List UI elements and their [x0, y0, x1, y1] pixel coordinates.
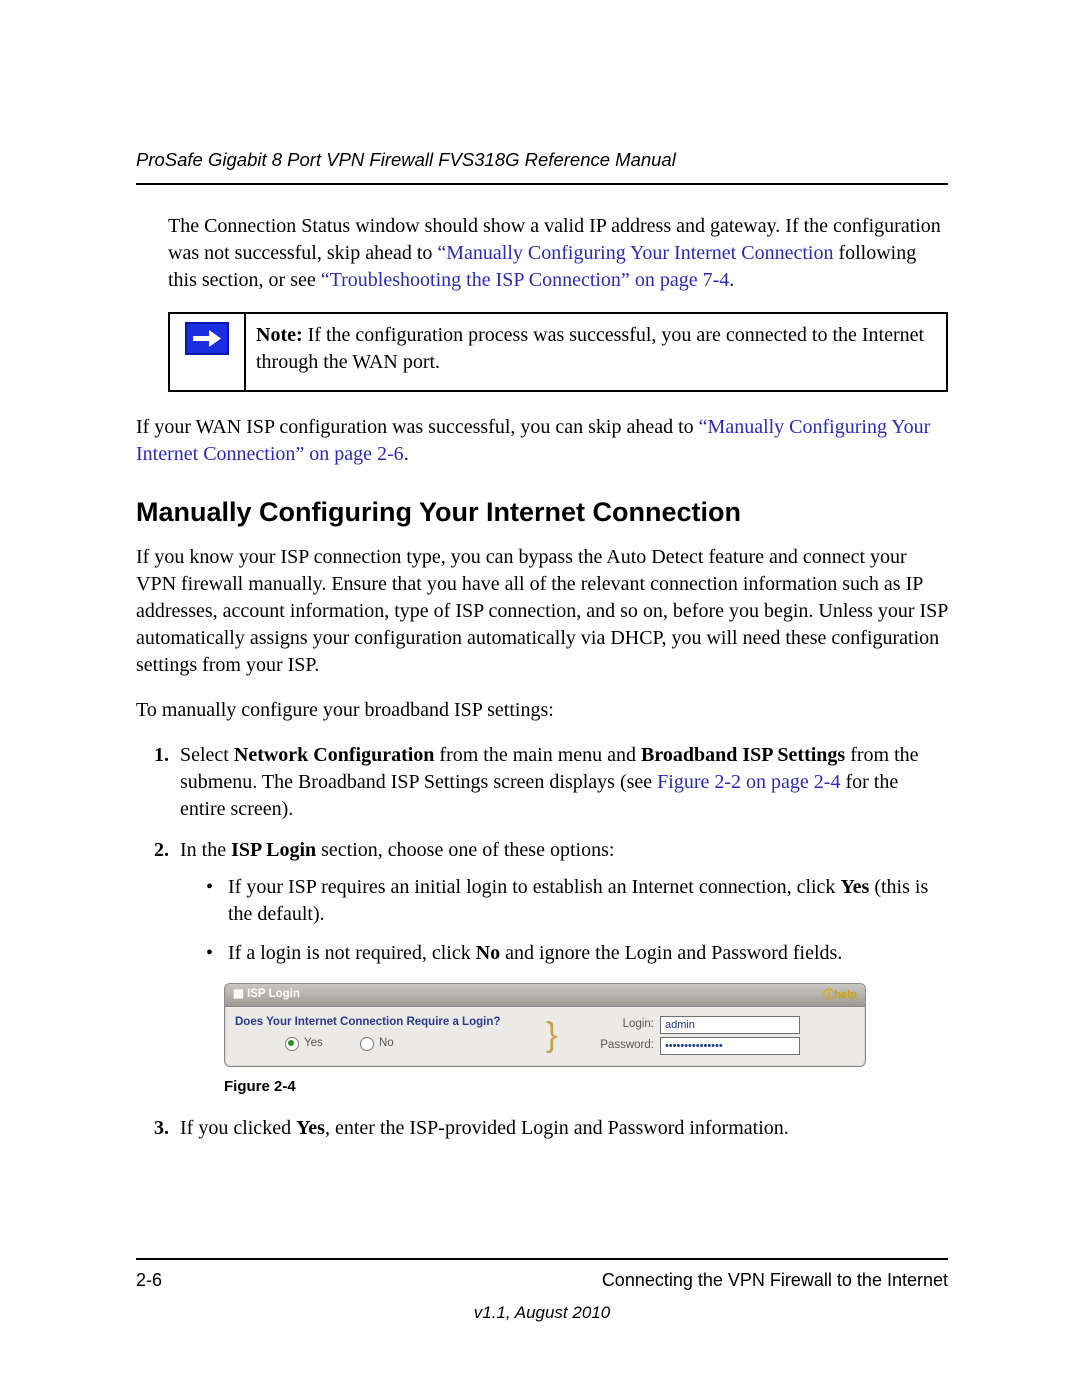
running-header: ProSafe Gigabit 8 Port VPN Firewall FVS3…: [136, 148, 948, 173]
text: , enter the ISP-provided Login and Passw…: [325, 1117, 789, 1139]
footer-version: v1.1, August 2010: [136, 1302, 948, 1325]
panel-right: Login: Password:: [568, 1013, 855, 1058]
panel-body: Does Your Internet Connection Require a …: [225, 1007, 865, 1066]
xref-manual-config[interactable]: “Manually Configuring Your Internet Conn…: [437, 242, 833, 264]
text: If you clicked: [180, 1117, 296, 1139]
header-rule: [136, 183, 948, 185]
xref-figure-2-2[interactable]: Figure 2-2 on page 2-4: [657, 771, 840, 793]
panel-left: Does Your Internet Connection Require a …: [235, 1015, 542, 1057]
radio-yes-label: Yes: [304, 1036, 323, 1052]
page-number: 2-6: [136, 1268, 162, 1292]
radio-yes[interactable]: Yes: [285, 1036, 323, 1052]
brace-icon: }: [542, 1013, 568, 1058]
password-row: Password:: [576, 1037, 855, 1055]
arrow-right-icon: [185, 322, 229, 355]
text: section, choose one of these options:: [316, 839, 614, 861]
text: .: [404, 443, 409, 465]
note-label: Note:: [256, 324, 303, 346]
radio-no[interactable]: No: [360, 1036, 394, 1052]
bold: Network Configuration: [234, 744, 435, 766]
option-no: If a login is not required, click No and…: [206, 940, 948, 967]
bold: No: [476, 942, 500, 964]
text: from the main menu and: [434, 744, 641, 766]
intro-paragraph: The Connection Status window should show…: [136, 213, 948, 294]
help-icon: ⓘ: [823, 989, 834, 1001]
password-input[interactable]: [660, 1037, 800, 1055]
note-text: If the configuration process was success…: [256, 324, 924, 373]
panel-titlebar: ▦ ISP Login ⓘhelp: [225, 984, 865, 1007]
section-p2: To manually configure your broadband ISP…: [136, 697, 948, 724]
step-2: In the ISP Login section, choose one of …: [174, 837, 948, 1097]
radio-dot-icon: [285, 1037, 299, 1051]
xref-troubleshooting[interactable]: “Troubleshooting the ISP Connection” on …: [321, 269, 729, 291]
step-2-options: If your ISP requires an initial login to…: [180, 874, 948, 967]
login-question: Does Your Internet Connection Require a …: [235, 1015, 542, 1031]
radio-no-label: No: [379, 1036, 394, 1052]
radio-group: Yes No: [235, 1036, 542, 1056]
text: If your ISP requires an initial login to…: [228, 876, 840, 898]
step-1: Select Network Configuration from the ma…: [174, 742, 948, 823]
bold: Yes: [840, 876, 869, 898]
login-row: Login:: [576, 1016, 855, 1034]
radio-dot-icon: [360, 1037, 374, 1051]
page-footer: 2-6 Connecting the VPN Firewall to the I…: [136, 1258, 948, 1325]
help-link[interactable]: ⓘhelp: [823, 988, 857, 1003]
after-note-paragraph: If your WAN ISP configuration was succes…: [136, 414, 948, 468]
text: If your WAN ISP configuration was succes…: [136, 416, 699, 438]
help-text: help: [834, 989, 857, 1001]
note-text-cell: Note: If the configuration process was s…: [245, 313, 947, 391]
bold: ISP Login: [231, 839, 316, 861]
text: Select: [180, 744, 234, 766]
login-input[interactable]: [660, 1016, 800, 1034]
text: In the: [180, 839, 231, 861]
option-yes: If your ISP requires an initial login to…: [206, 874, 948, 928]
footer-rule: [136, 1258, 948, 1260]
page: ProSafe Gigabit 8 Port VPN Firewall FVS3…: [0, 0, 1080, 1397]
bold: Yes: [296, 1117, 325, 1139]
footer-row: 2-6 Connecting the VPN Firewall to the I…: [136, 1268, 948, 1292]
figure-caption: Figure 2-4: [224, 1077, 948, 1097]
step-3: If you clicked Yes, enter the ISP-provid…: [174, 1115, 948, 1142]
isp-login-panel: ▦ ISP Login ⓘhelp Does Your Internet Con…: [224, 983, 866, 1067]
panel-title: ▦ ISP Login: [233, 987, 300, 1003]
note-box: Note: If the configuration process was s…: [168, 312, 948, 392]
text: and ignore the Login and Password fields…: [500, 942, 842, 964]
text: If a login is not required, click: [228, 942, 476, 964]
note-icon-cell: [169, 313, 245, 391]
panel-title-text: ISP Login: [247, 988, 300, 1000]
section-p1: If you know your ISP connection type, yo…: [136, 544, 948, 679]
steps-list: Select Network Configuration from the ma…: [136, 742, 948, 1142]
section-heading: Manually Configuring Your Internet Conne…: [136, 494, 948, 530]
text: .: [729, 269, 734, 291]
password-label: Password:: [576, 1038, 660, 1054]
grid-icon: ▦: [233, 988, 247, 1000]
chapter-title: Connecting the VPN Firewall to the Inter…: [602, 1268, 948, 1292]
login-label: Login:: [576, 1017, 660, 1033]
bold: Broadband ISP Settings: [641, 744, 845, 766]
